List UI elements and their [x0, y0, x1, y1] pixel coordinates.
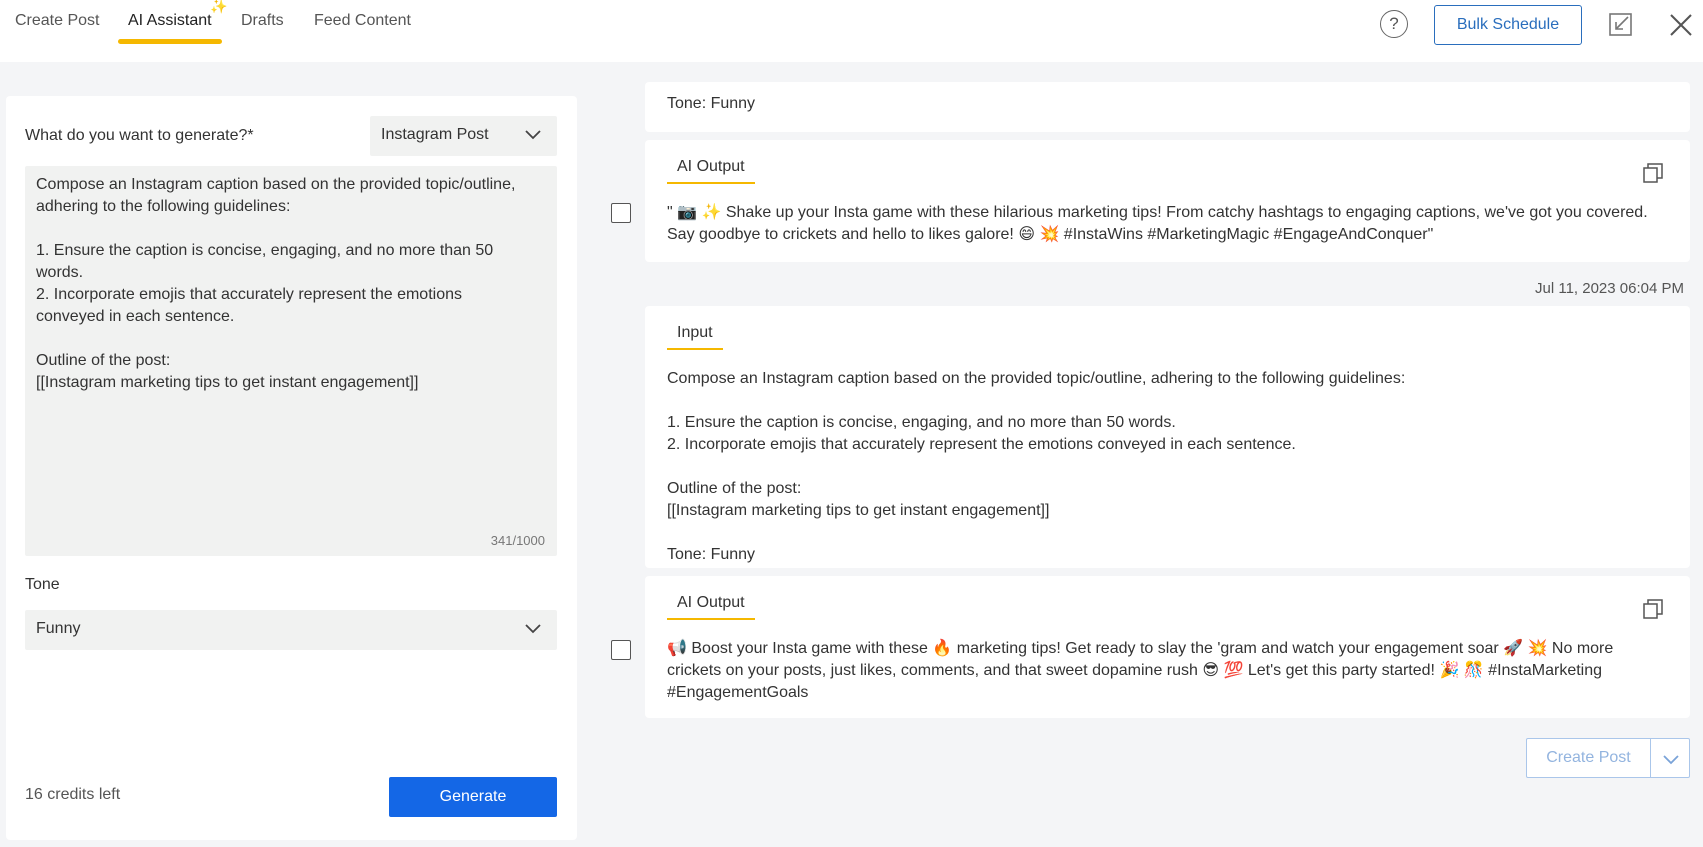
timestamp: Jul 11, 2023 06:04 PM — [1535, 280, 1684, 297]
minimize-icon[interactable] — [1608, 12, 1634, 38]
ai-output-card: AI Output 📢 Boost your Insta game with t… — [645, 576, 1690, 718]
generate-type-value: Instagram Post — [381, 126, 489, 143]
prompt-textarea[interactable]: Compose an Instagram caption based on th… — [25, 166, 557, 556]
create-post-dropdown[interactable] — [1650, 738, 1690, 778]
input-label: Input — [667, 324, 723, 350]
chevron-down-icon — [1663, 755, 1679, 765]
bulk-schedule-button[interactable]: Bulk Schedule — [1434, 5, 1582, 45]
select-output-checkbox[interactable] — [611, 640, 631, 660]
tab-ai-assistant[interactable]: AI Assistant — [128, 12, 212, 30]
close-icon[interactable] — [1668, 12, 1694, 38]
generator-form-panel: What do you want to generate?* Instagram… — [6, 96, 577, 840]
tab-drafts[interactable]: Drafts — [241, 12, 284, 30]
credits-remaining: 16 credits left — [25, 786, 121, 803]
ai-output-label: AI Output — [667, 594, 755, 620]
history-input-card-partial: Tone: Funny — [645, 82, 1690, 132]
tone-label: Tone — [25, 576, 60, 593]
ai-output-card: AI Output " 📷 ✨ Shake up your Insta game… — [645, 140, 1690, 262]
input-text: Compose an Instagram caption based on th… — [667, 370, 1406, 563]
tab-feed-content[interactable]: Feed Content — [314, 12, 411, 30]
tone-value: Funny — [36, 620, 81, 637]
create-post-split-button: Create Post — [1526, 738, 1690, 778]
tab-create-post[interactable]: Create Post — [15, 12, 99, 30]
generate-type-label: What do you want to generate?* — [25, 127, 254, 144]
help-icon[interactable]: ? — [1380, 10, 1408, 38]
chevron-down-icon — [525, 130, 541, 140]
sparkle-icon: ✨ — [210, 0, 228, 14]
select-output-checkbox[interactable] — [611, 203, 631, 223]
active-tab-indicator — [118, 39, 222, 44]
main-area: What do you want to generate?* Instagram… — [0, 62, 1703, 847]
prompt-text[interactable]: Compose an Instagram caption based on th… — [36, 174, 546, 394]
char-counter: 341/1000 — [490, 533, 545, 548]
tone-select[interactable]: Funny — [25, 610, 557, 650]
copy-icon[interactable] — [1642, 162, 1664, 184]
ai-output-text: 📢 Boost your Insta game with these 🔥 mar… — [667, 640, 1614, 701]
input-tone-text: Tone: Funny — [667, 95, 756, 112]
copy-icon[interactable] — [1642, 598, 1664, 620]
ai-output-text: " 📷 ✨ Shake up your Insta game with thes… — [667, 204, 1648, 243]
generate-type-select[interactable]: Instagram Post — [370, 116, 557, 156]
history-input-card: Input Compose an Instagram caption based… — [645, 306, 1690, 568]
generate-button[interactable]: Generate — [389, 777, 557, 817]
ai-output-label: AI Output — [667, 158, 755, 184]
create-post-button[interactable]: Create Post — [1526, 738, 1651, 778]
top-bar: Create Post AI Assistant ✨ Drafts Feed C… — [0, 0, 1703, 62]
chevron-down-icon — [525, 624, 541, 634]
